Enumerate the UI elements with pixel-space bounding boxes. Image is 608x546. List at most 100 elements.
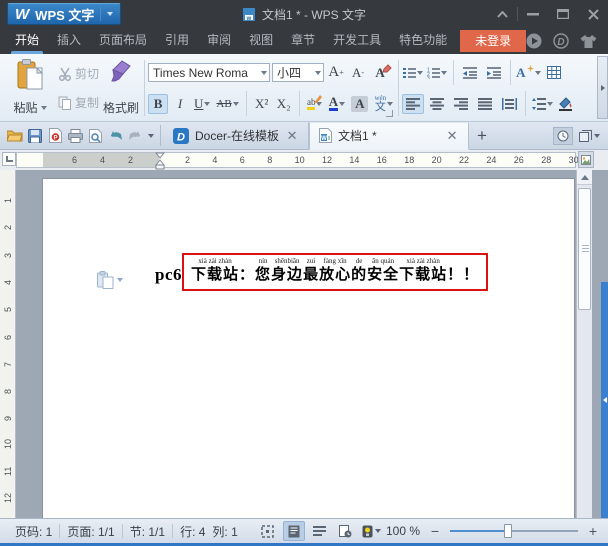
shading-button[interactable] <box>555 94 577 114</box>
tab-list-button[interactable] <box>579 130 600 142</box>
recent-docs-button[interactable] <box>553 127 573 145</box>
zoom-slider-fill <box>450 530 508 532</box>
page-view-button[interactable] <box>283 521 305 541</box>
copy-button[interactable]: 复制 <box>58 94 99 111</box>
justify-button[interactable] <box>474 94 496 114</box>
outline-view-button[interactable] <box>309 521 331 541</box>
minimize-button[interactable] <box>518 3 548 25</box>
docer-circle-icon[interactable]: D <box>553 33 569 49</box>
subscript-button[interactable]: X₂ <box>274 94 294 114</box>
menu-tab-page-layout[interactable]: 页面布局 <box>90 28 156 54</box>
increase-indent-button[interactable] <box>483 63 505 83</box>
font-size-select[interactable]: 小四 <box>272 63 324 82</box>
eye-protect-button[interactable] <box>335 521 357 541</box>
shrink-font-button[interactable]: A- <box>348 63 368 83</box>
bullets-button[interactable] <box>402 63 424 83</box>
zoom-slider-thumb[interactable] <box>504 524 512 538</box>
ruler-number: 2 <box>3 218 13 230</box>
skin-shirt-icon[interactable] <box>580 34 597 49</box>
menu-tab-special-features[interactable]: 特色功能 <box>390 28 456 54</box>
menu-tab-insert[interactable]: 插入 <box>48 28 90 54</box>
decrease-indent-button[interactable] <box>459 63 481 83</box>
menubar-right-icons: D ? <box>526 33 608 49</box>
status-section: 节: 1/1 <box>123 523 172 540</box>
tab-close-icon[interactable]: ✕ <box>445 128 459 144</box>
align-center-button[interactable] <box>426 94 448 114</box>
scroll-up-button[interactable] <box>577 170 592 185</box>
save-button[interactable] <box>25 125 45 147</box>
small-divider <box>246 91 247 116</box>
highlight-button[interactable]: ab <box>305 94 325 114</box>
document-page[interactable]: pc6 xià zài zhàn下载站：nín您shēnbiān身边zuì最fà… <box>42 178 575 518</box>
bold-button[interactable]: B <box>148 94 168 114</box>
menu-tab-view[interactable]: 视图 <box>240 28 282 54</box>
print-preview-button[interactable] <box>85 125 105 147</box>
ruler-number: 8 <box>3 382 13 394</box>
align-right-button[interactable] <box>450 94 472 114</box>
maximize-button[interactable] <box>548 3 578 25</box>
wps-app-button-label: WPS 文字 <box>35 5 94 24</box>
task-pane-handle[interactable] <box>601 282 608 518</box>
grow-font-button[interactable]: A+ <box>326 63 346 83</box>
new-tab-button[interactable]: + <box>469 124 495 148</box>
strikethrough-button[interactable]: AB <box>214 94 240 114</box>
insert-table-button[interactable] <box>543 63 565 83</box>
cut-button[interactable]: 剪切 <box>58 65 99 82</box>
tab-docer-templates[interactable]: D Docer-在线模板 ✕ <box>164 122 309 149</box>
play-circle-icon[interactable] <box>526 33 542 49</box>
wps-app-button[interactable]: W WPS 文字 <box>7 3 121 25</box>
redo-button[interactable] <box>125 125 145 147</box>
export-pdf-button[interactable]: P <box>45 125 65 147</box>
bullets-caret-icon <box>417 71 423 75</box>
align-left-button[interactable] <box>402 94 424 114</box>
clear-formatting-button[interactable]: A <box>370 63 390 83</box>
tab-document1[interactable]: W 文档1 * ✕ <box>309 123 469 150</box>
menu-tab-section[interactable]: 章节 <box>282 28 324 54</box>
italic-button[interactable]: I <box>170 94 190 114</box>
quick-toolbar-caret-icon[interactable] <box>148 134 154 138</box>
ruler-number: 11 <box>3 464 13 476</box>
selection-mode-button[interactable] <box>257 521 279 541</box>
font-name-select[interactable]: Times New Roma <box>148 63 270 82</box>
text-effects-button[interactable]: A <box>516 63 540 83</box>
menu-tab-review[interactable]: 审阅 <box>198 28 240 54</box>
print-button[interactable] <box>65 125 85 147</box>
menu-tab-references[interactable]: 引用 <box>156 28 198 54</box>
superscript-button[interactable]: X² <box>252 94 272 114</box>
grow-font-label: A <box>328 64 339 81</box>
vertical-ruler[interactable]: 123456789101112 <box>0 170 16 518</box>
undo-button[interactable] <box>105 125 125 147</box>
zoom-out-button[interactable]: − <box>428 523 442 539</box>
collapse-ribbon-button[interactable] <box>487 3 517 25</box>
login-button[interactable]: 未登录 <box>460 30 526 52</box>
zoom-in-button[interactable]: + <box>586 523 600 539</box>
horizontal-ruler[interactable]: 64224681012141618202224262830 <box>16 152 576 168</box>
character-shading-button[interactable]: A <box>349 94 370 114</box>
vertical-scrollbar[interactable] <box>576 170 592 518</box>
tab-close-icon[interactable]: ✕ <box>285 128 299 144</box>
docer-icon: D <box>173 128 189 144</box>
font-color-button[interactable]: A <box>327 94 347 114</box>
tab-stop-selector[interactable] <box>2 152 16 166</box>
menu-tab-developer[interactable]: 开发工具 <box>324 28 390 54</box>
line-spacing-caret-icon <box>547 102 553 106</box>
close-button[interactable] <box>578 3 608 25</box>
font-dialog-launcher-icon[interactable] <box>386 110 393 117</box>
ribbon-expand-button[interactable] <box>597 56 608 119</box>
zoom-slider[interactable] <box>450 530 578 532</box>
paste-options-button[interactable] <box>97 271 123 289</box>
open-button[interactable] <box>5 125 25 147</box>
menu-tab-home[interactable]: 开始 <box>6 28 48 54</box>
paste-button[interactable]: 粘贴 <box>4 57 56 119</box>
distribute-button[interactable] <box>498 94 520 114</box>
scrollbar-thumb[interactable] <box>578 188 591 310</box>
line-spacing-button[interactable] <box>531 94 553 114</box>
ruler-switch-button[interactable] <box>578 151 594 168</box>
indent-marker-icon[interactable] <box>155 152 165 170</box>
font-size-value: 小四 <box>277 64 301 81</box>
night-mode-button[interactable] <box>361 521 383 541</box>
paragraph-line[interactable]: pc6 xià zài zhàn下载站：nín您shēnbiān身边zuì最fà… <box>155 253 488 291</box>
format-painter-button[interactable]: 格式刷 <box>101 57 141 119</box>
numbering-button[interactable]: 123 <box>426 63 448 83</box>
underline-button[interactable]: U <box>192 94 212 114</box>
